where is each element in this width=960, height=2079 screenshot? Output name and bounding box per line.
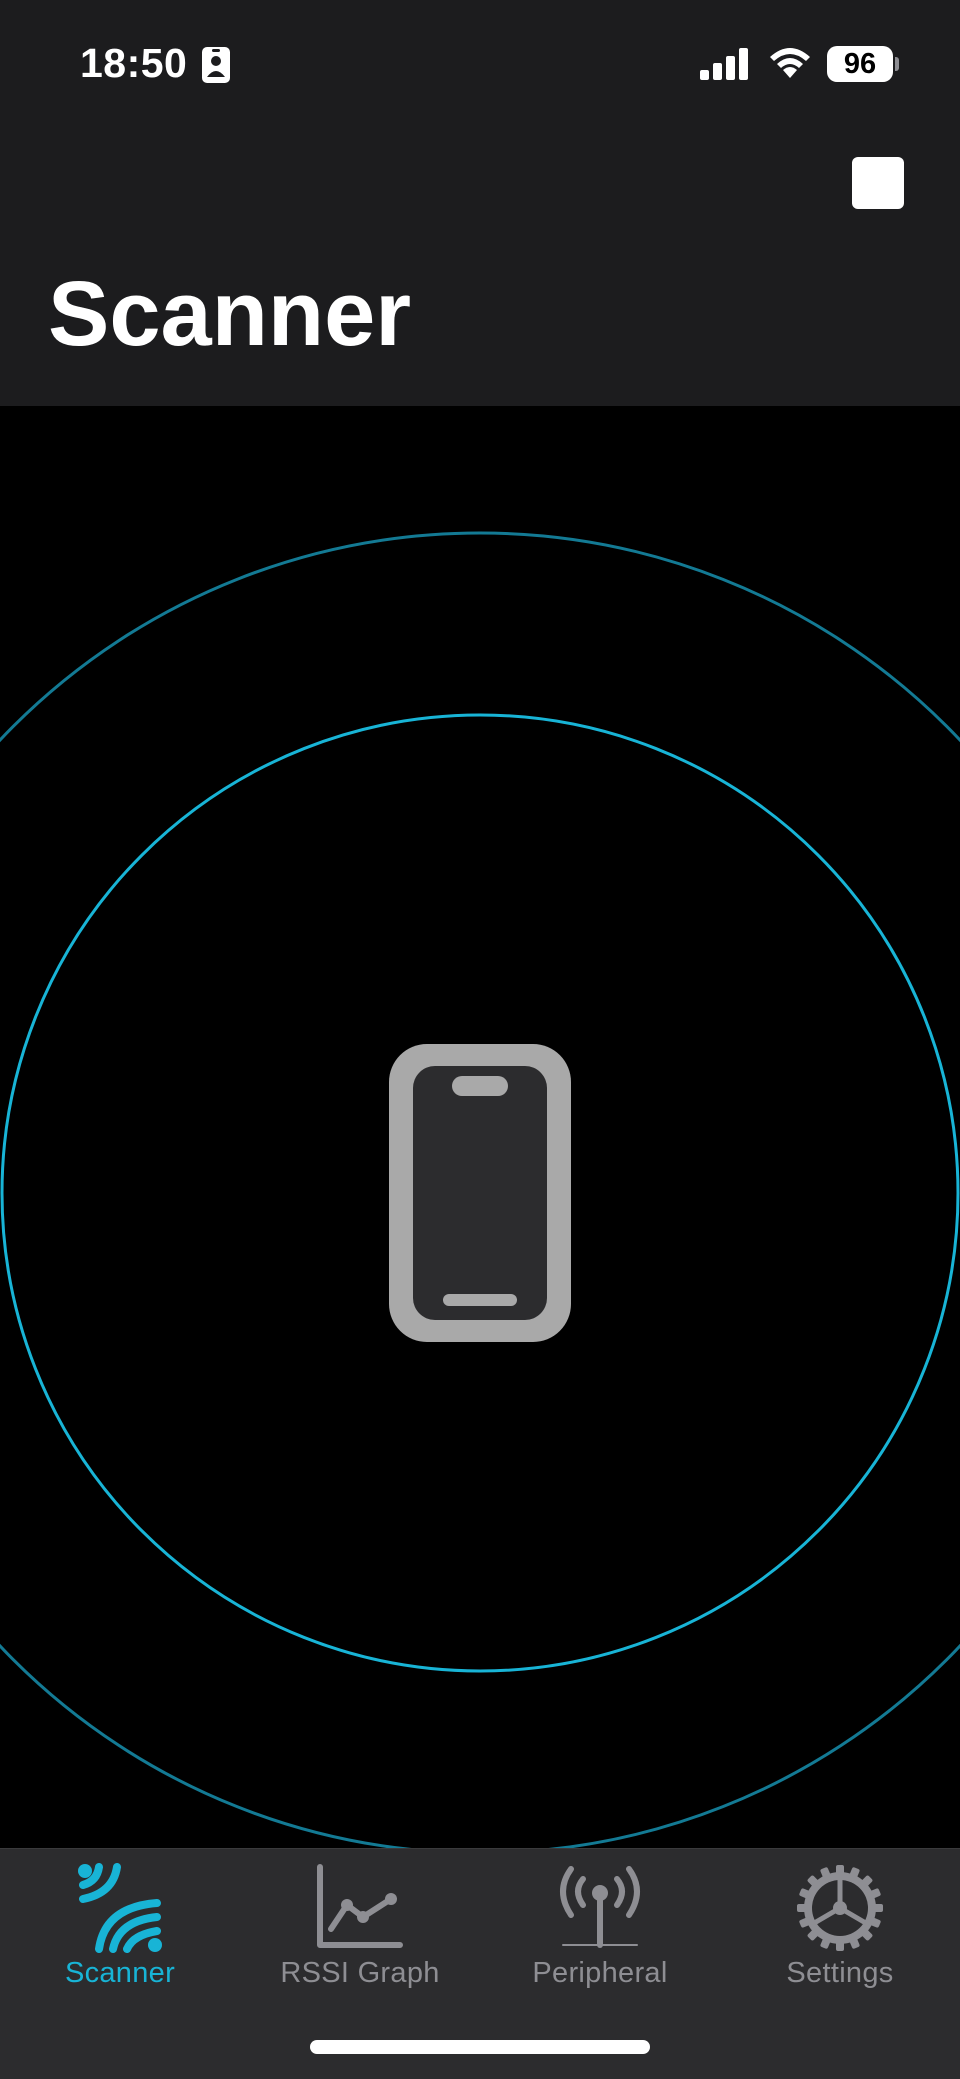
battery-nub [895,57,899,71]
navigation-header: 18:50 96 Scanner [0,0,960,406]
tab-rssi-graph[interactable]: RSSI Graph [240,1849,480,2019]
page-title: Scanner [48,263,412,365]
radar-rings [0,531,960,1848]
status-bar: 18:50 96 [0,0,960,130]
stop-scan-button[interactable] [852,157,904,209]
tab-scanner[interactable]: Scanner [0,1849,240,2019]
battery-level: 96 [827,46,893,82]
gear-icon [797,1865,883,1951]
scanner-waves-icon [78,1863,162,1953]
line-graph-icon [317,1864,403,1948]
wifi-icon [770,48,810,78]
tab-peripheral[interactable]: Peripheral [480,1849,720,2019]
tab-settings[interactable]: Settings [720,1849,960,2019]
iphone-icon [389,1044,571,1342]
app-screen: 18:50 96 Scanner Scanner RSSI Graph Peri… [0,0,960,2079]
cellular-signal-icon [700,48,748,80]
contact-card-icon [202,47,230,83]
tab-label-rssi-graph: RSSI Graph [280,1957,440,1989]
tab-label-settings: Settings [786,1957,894,1989]
home-indicator[interactable] [310,2040,650,2054]
tab-label-scanner: Scanner [64,1957,176,1989]
tab-bar: Scanner RSSI Graph Peripheral Settings [0,1848,960,2079]
antenna-broadcast-icon [560,1866,640,1948]
radar-view [0,406,960,1848]
status-time: 18:50 [80,40,188,86]
tab-label-peripheral: Peripheral [532,1957,668,1989]
